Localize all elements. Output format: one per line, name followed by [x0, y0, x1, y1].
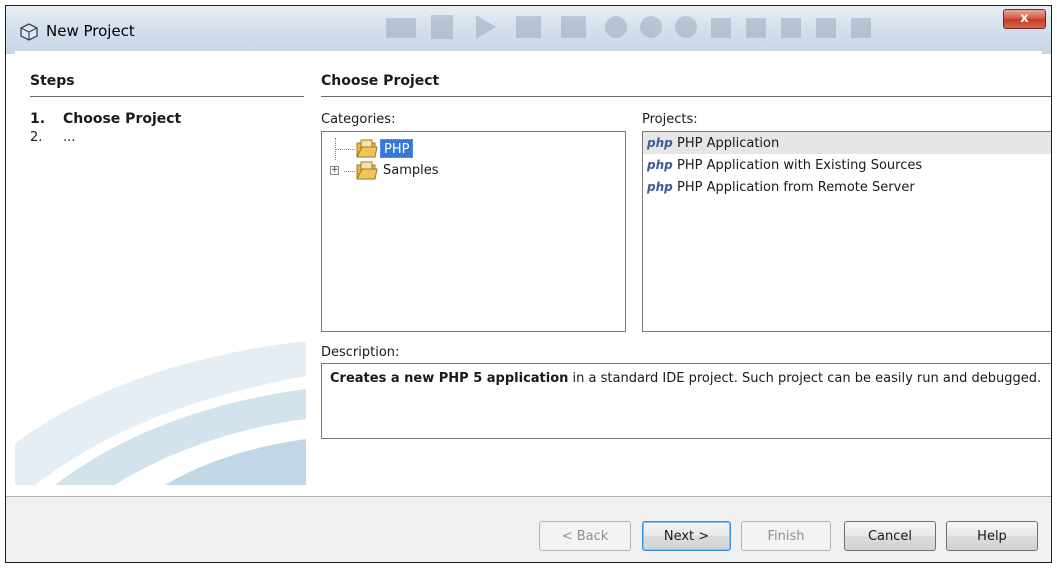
- projects-label: Projects:: [642, 112, 698, 127]
- list-item[interactable]: php PHP Application with Existing Sources: [643, 154, 1051, 176]
- categories-tree[interactable]: PHP + Samples: [321, 131, 626, 332]
- project-label: PHP Application from Remote Server: [677, 180, 915, 195]
- step-number: 1.: [30, 111, 46, 127]
- steps-panel: Steps 1. Choose Project 2....: [15, 51, 306, 485]
- expand-icon[interactable]: +: [330, 166, 339, 175]
- steps-decoration: [15, 341, 306, 485]
- help-button[interactable]: Help: [946, 521, 1038, 551]
- tree-guide-line: [344, 171, 355, 172]
- title-bar-decoration: [386, 15, 871, 39]
- finish-button[interactable]: Finish: [741, 521, 831, 551]
- step-number: 2.: [30, 130, 43, 145]
- close-button[interactable]: x: [1003, 9, 1046, 29]
- main-panel: Choose Project Categories: Projects: PHP…: [321, 51, 1051, 485]
- php-icon: php: [647, 180, 673, 194]
- description-box: Creates a new PHP 5 application in a sta…: [321, 363, 1051, 439]
- step-choose-project: 1. Choose Project: [30, 111, 181, 127]
- title-bar[interactable]: New Project x: [6, 6, 1051, 54]
- description-label: Description:: [321, 345, 400, 360]
- step-label: ...: [63, 130, 76, 145]
- list-item[interactable]: php PHP Application from Remote Server: [643, 176, 1051, 198]
- window-title: New Project: [46, 22, 135, 40]
- steps-header: Steps: [30, 73, 75, 89]
- step-next: 2....: [30, 130, 75, 145]
- new-project-dialog: New Project x Steps 1. Choose Project 2..…: [5, 5, 1052, 563]
- project-label: PHP Application: [677, 136, 780, 151]
- cube-icon: [20, 23, 38, 41]
- description-text: in a standard IDE project. Such project …: [568, 371, 1042, 386]
- description-bold: Creates a new PHP 5 application: [330, 371, 569, 386]
- folder-icon: [356, 139, 378, 158]
- step-label: Choose Project: [63, 111, 182, 127]
- folder-icon: [356, 161, 378, 180]
- back-button[interactable]: < Back: [539, 521, 631, 551]
- php-icon: php: [647, 158, 673, 172]
- button-bar: < Back Next > Finish Cancel Help: [6, 496, 1051, 562]
- projects-list[interactable]: php PHP Application php PHP Application wi…: [642, 131, 1051, 332]
- steps-divider: [30, 96, 304, 97]
- php-icon: php: [647, 136, 673, 150]
- tree-guide-line: [335, 149, 355, 150]
- categories-label: Categories:: [321, 112, 396, 127]
- page-title: Choose Project: [321, 73, 440, 89]
- dialog-content: Steps 1. Choose Project 2.... Choose Proj…: [15, 51, 1051, 485]
- main-divider: [321, 96, 1051, 97]
- category-samples[interactable]: Samples: [380, 161, 442, 180]
- cancel-button[interactable]: Cancel: [844, 521, 936, 551]
- project-label: PHP Application with Existing Sources: [677, 158, 923, 173]
- next-button[interactable]: Next >: [642, 521, 731, 551]
- list-item[interactable]: php PHP Application: [643, 132, 1051, 154]
- category-php[interactable]: PHP: [380, 139, 414, 158]
